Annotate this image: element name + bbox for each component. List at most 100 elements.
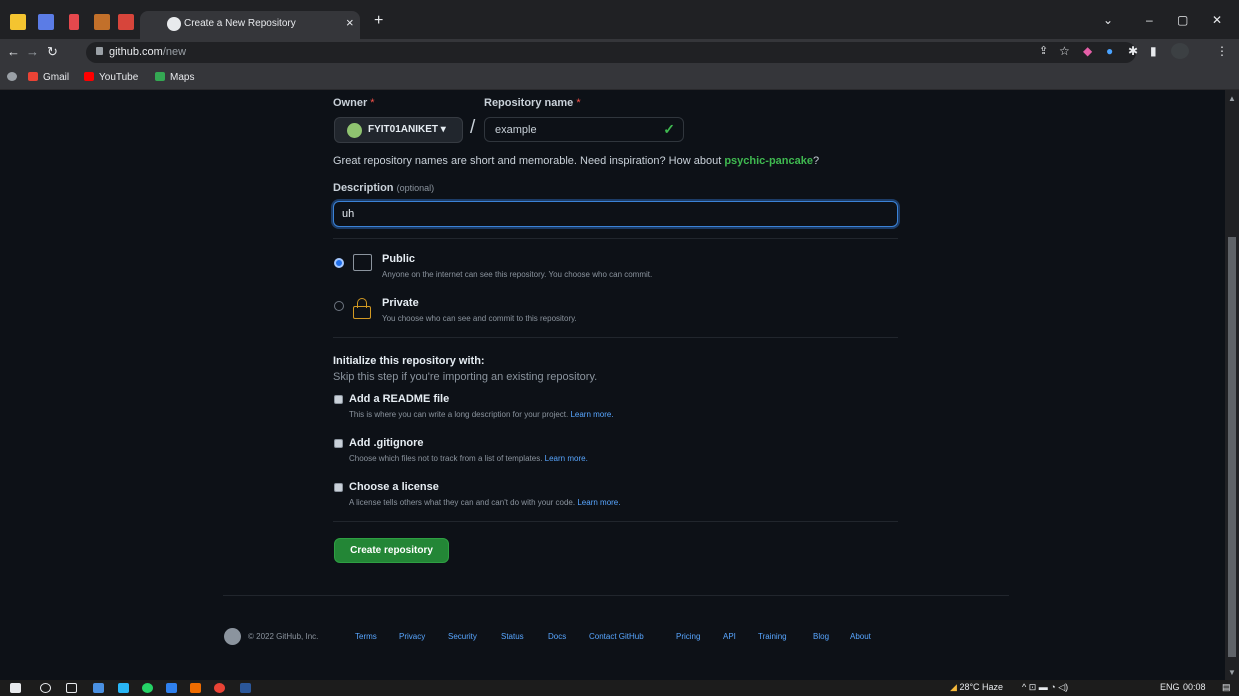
divider [333, 521, 898, 522]
initialize-heading: Initialize this repository with: [333, 355, 485, 367]
tab-create-repository[interactable]: Create a New Repository × [140, 11, 360, 39]
public-radio[interactable] [334, 258, 344, 268]
weather-widget[interactable]: ◢ 28°C Haze [950, 682, 1003, 693]
description-label: Description (optional) [333, 182, 435, 194]
url-text: github.com/new [109, 46, 187, 58]
extension-icon[interactable]: ◆ [1083, 44, 1092, 58]
footer-link-about[interactable]: About [850, 632, 871, 641]
owner-select[interactable]: FYIT01ANIKET ▾ [334, 117, 463, 143]
scroll-down-icon[interactable]: ▼ [1228, 668, 1236, 677]
bookmarks-bar: Gmail YouTube Maps [0, 66, 1239, 90]
private-radio[interactable] [334, 301, 344, 311]
address-bar[interactable]: github.com/new [86, 42, 1136, 63]
check-icon: ✓ [663, 121, 675, 137]
divider [333, 238, 898, 239]
bookmark-gmail[interactable]: Gmail [28, 72, 69, 83]
notification-icon[interactable]: ▤ [1222, 682, 1231, 693]
apps-icon[interactable] [7, 72, 22, 83]
footer-link-contact[interactable]: Contact GitHub [589, 632, 644, 641]
forward-icon[interactable]: → [26, 44, 39, 60]
share-icon[interactable]: ⇪ [1039, 44, 1048, 58]
toolbar: ← → ↻ github.com/new ⇪ ☆ ◆ ● ✱ ▮ ⋮ [0, 39, 1239, 66]
minimize-icon[interactable]: – [1146, 14, 1153, 26]
gitignore-desc: Choose which files not to track from a l… [349, 454, 588, 463]
repo-icon [353, 254, 372, 271]
name-hint: Great repository names are short and mem… [333, 155, 820, 167]
private-desc: You choose who can see and commit to thi… [382, 314, 577, 323]
license-checkbox[interactable] [334, 483, 343, 492]
readme-title: Add a README file [349, 393, 450, 405]
whatsapp-icon[interactable] [142, 683, 153, 693]
windows-start-icon[interactable] [10, 683, 21, 693]
footer-link-privacy[interactable]: Privacy [399, 632, 425, 641]
extensions-puzzle-icon[interactable]: ✱ [1128, 44, 1138, 58]
private-title: Private [382, 297, 419, 309]
chevron-down-icon: ▾ [440, 124, 446, 135]
word-icon[interactable] [240, 683, 251, 693]
footer-link-docs[interactable]: Docs [548, 632, 566, 641]
restore-icon[interactable]: ▢ [1177, 14, 1188, 26]
pinned-tab-icon[interactable] [10, 14, 26, 30]
system-tray-icons[interactable]: ^ ⊡ ▬ ◔ ◁) [1022, 682, 1068, 693]
learn-more-link[interactable]: Learn more. [570, 410, 613, 419]
readme-checkbox[interactable] [334, 395, 343, 404]
slash-separator: / [470, 117, 476, 138]
gitignore-title: Add .gitignore [349, 437, 424, 449]
learn-more-link[interactable]: Learn more. [545, 454, 588, 463]
suggestion-link[interactable]: psychic-pancake [724, 155, 813, 167]
footer-link-api[interactable]: API [723, 632, 736, 641]
bookmark-star-icon[interactable]: ☆ [1059, 44, 1070, 58]
app-icon[interactable] [190, 683, 201, 693]
page-content: Owner * Repository name * FYIT01ANIKET ▾… [0, 90, 1225, 680]
pinned-tab-icon[interactable] [38, 14, 54, 30]
close-icon[interactable]: × [346, 16, 354, 30]
public-title: Public [382, 253, 416, 265]
task-view-icon[interactable] [66, 683, 77, 693]
footer-link-blog[interactable]: Blog [813, 632, 829, 641]
footer-link-terms[interactable]: Terms [355, 632, 377, 641]
footer-link-security[interactable]: Security [448, 632, 477, 641]
github-logo-icon[interactable] [224, 628, 241, 645]
scroll-up-icon[interactable]: ▲ [1228, 94, 1236, 103]
public-desc: Anyone on the internet can see this repo… [382, 270, 653, 279]
avatar [347, 123, 362, 138]
repo-name-input[interactable]: example ✓ [484, 117, 684, 142]
side-panel-icon[interactable]: ▮ [1150, 44, 1157, 58]
chrome-icon[interactable] [214, 683, 225, 693]
explorer-icon[interactable] [93, 683, 104, 693]
license-desc: A license tells others what they can and… [349, 498, 621, 507]
new-tab-button[interactable]: + [374, 13, 383, 29]
search-icon[interactable] [40, 683, 51, 693]
vscode-icon[interactable] [166, 683, 177, 693]
pinned-tab-icon[interactable] [69, 14, 79, 30]
bookmark-maps[interactable]: Maps [155, 72, 194, 83]
clock[interactable]: 00:08 [1183, 682, 1206, 692]
page-scrollbar[interactable]: ▲ ▼ [1225, 90, 1239, 680]
lock-icon [96, 47, 103, 55]
lock-shackle [357, 298, 367, 308]
app-icon[interactable] [118, 683, 129, 693]
window-close-icon[interactable]: ✕ [1212, 14, 1222, 26]
repo-name-value: example [495, 124, 537, 136]
pinned-tab-icon[interactable] [118, 14, 134, 30]
tab-strip: Create a New Repository × + ⌄ – ▢ ✕ [0, 0, 1239, 39]
reload-icon[interactable]: ↻ [47, 44, 58, 60]
gitignore-checkbox[interactable] [334, 439, 343, 448]
bookmark-youtube[interactable]: YouTube [84, 72, 138, 83]
description-input[interactable]: uh [333, 201, 898, 227]
language-indicator[interactable]: ENG [1160, 682, 1180, 692]
owner-label: Owner * [333, 97, 375, 109]
footer-copyright: © 2022 GitHub, Inc. [248, 632, 319, 641]
pinned-tab-icon[interactable] [94, 14, 110, 30]
footer-link-pricing[interactable]: Pricing [676, 632, 700, 641]
footer-link-training[interactable]: Training [758, 632, 787, 641]
scrollbar-thumb[interactable] [1228, 237, 1236, 657]
tab-search-icon[interactable]: ⌄ [1103, 14, 1113, 26]
learn-more-link[interactable]: Learn more. [577, 498, 620, 507]
footer-link-status[interactable]: Status [501, 632, 524, 641]
create-repository-button[interactable]: Create repository [334, 538, 449, 563]
extension-icon[interactable]: ● [1106, 44, 1113, 58]
profile-avatar[interactable] [1171, 43, 1189, 59]
menu-icon[interactable]: ⋮ [1216, 44, 1228, 58]
back-icon[interactable]: ← [7, 44, 20, 60]
